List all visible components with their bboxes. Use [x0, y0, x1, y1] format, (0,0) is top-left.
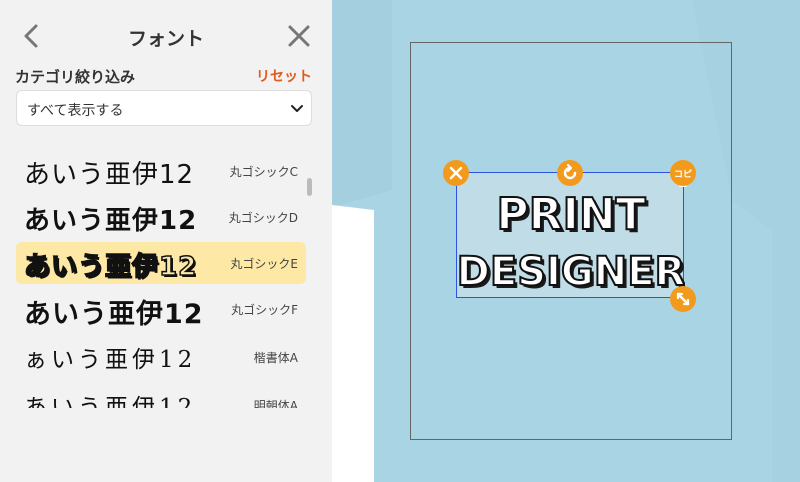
font-item-maru-gothic-d[interactable]: あいう亜伊12 丸ゴシックD	[16, 196, 306, 238]
resize-handle[interactable]	[670, 286, 696, 312]
filter-label: カテゴリ絞り込み	[15, 68, 136, 86]
design-text-line1: PRINT	[496, 189, 645, 240]
font-sample: ぁいう亜伊12	[24, 347, 197, 373]
design-text-graphic: PRINT PRINT DESIGNER DESIGNER	[457, 188, 685, 298]
font-list: あいう亜伊12 丸ゴシックC あいう亜伊12 丸ゴシックD あいう亜伊12 丸ゴ…	[0, 140, 332, 408]
font-panel: フォント カテゴリ絞り込み リセット すべて表示する あいう亜伊12 丸ゴシック…	[0, 0, 332, 482]
copy-button[interactable]: コピー	[670, 160, 696, 193]
category-select-value: すべて表示する	[27, 103, 124, 119]
copy-label: コピー	[673, 170, 692, 193]
font-name: 明朝体A	[253, 399, 298, 408]
delete-icon	[449, 166, 463, 180]
font-item-maru-gothic-c[interactable]: あいう亜伊12 丸ゴシックC	[16, 150, 306, 192]
font-sample: あいう亜伊12	[24, 299, 204, 330]
resize-icon	[676, 292, 690, 306]
rotate-icon	[563, 163, 577, 180]
delete-button[interactable]	[443, 160, 469, 186]
font-name: 丸ゴシックE	[230, 257, 298, 271]
design-canvas: PRINT PRINT DESIGNER DESIGNER コピー	[332, 0, 800, 482]
font-name: 丸ゴシックC	[229, 165, 298, 179]
design-text-line2: DESIGNER	[457, 249, 685, 295]
rotate-button[interactable]	[557, 160, 583, 186]
font-item-maru-gothic-f[interactable]: あいう亜伊12 丸ゴシックF	[16, 288, 306, 330]
panel-header: フォント	[0, 0, 332, 70]
close-button[interactable]	[285, 22, 313, 50]
text-design-object[interactable]: PRINT PRINT DESIGNER DESIGNER	[456, 172, 685, 298]
font-sample: あいう亜伊12	[23, 251, 198, 283]
font-sample: あいう亜伊12	[24, 160, 195, 190]
font-item-kaisho-a[interactable]: ぁいう亜伊12 楷書体A	[16, 336, 306, 378]
font-name: 楷書体A	[253, 351, 298, 365]
panel-title: フォント	[127, 28, 204, 50]
reset-link[interactable]: リセット	[256, 66, 312, 86]
chevron-down-icon	[291, 105, 303, 112]
font-list-scrollbar[interactable]	[307, 178, 312, 196]
font-item-mincho-a[interactable]: あいう亜伊12 明朝体A	[16, 384, 306, 408]
font-name: 丸ゴシックD	[228, 211, 298, 225]
font-sample: あいう亜伊12	[24, 206, 198, 236]
font-sample: あいう亜伊12	[24, 395, 197, 408]
font-item-maru-gothic-e[interactable]: あいう亜伊12 丸ゴシックE	[16, 242, 306, 284]
category-select[interactable]: すべて表示する	[16, 90, 312, 126]
font-name: 丸ゴシックF	[231, 303, 298, 317]
close-icon	[288, 25, 310, 47]
